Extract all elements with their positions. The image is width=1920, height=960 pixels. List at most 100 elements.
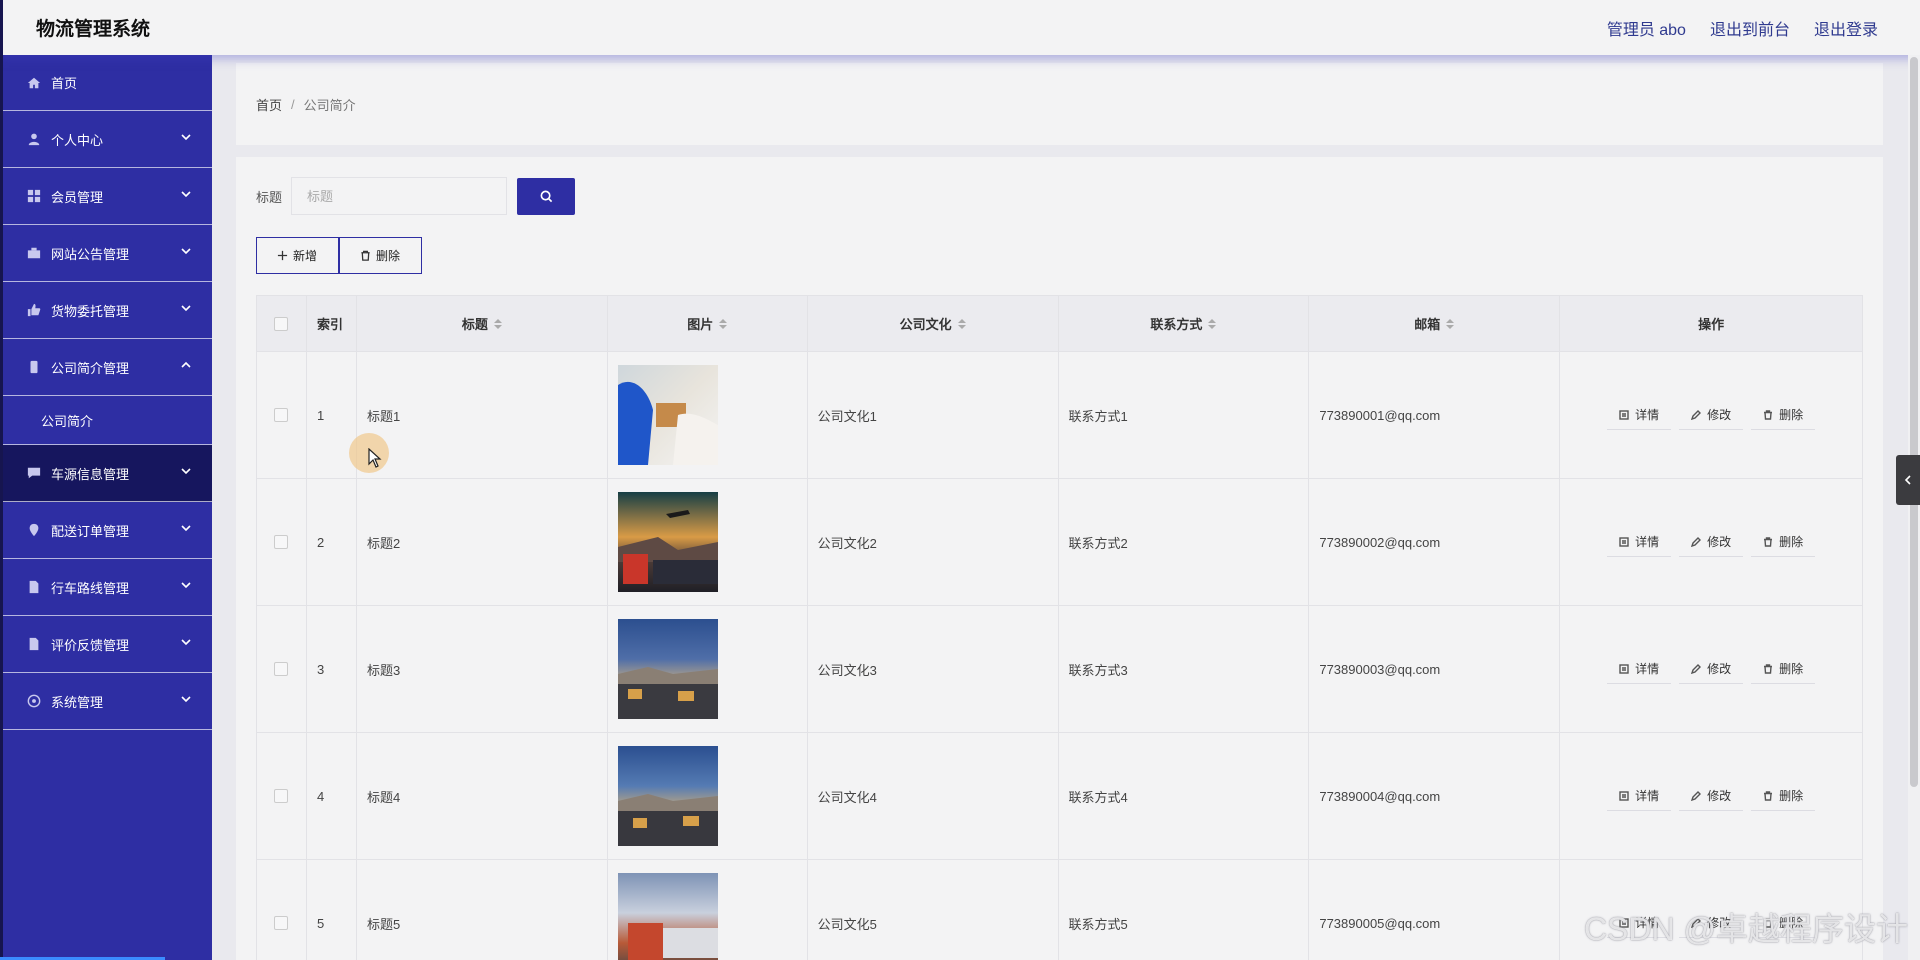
sort-icon[interactable] (493, 318, 502, 329)
sidebar-item-delivery-orders[interactable]: 配送订单管理 (3, 502, 212, 559)
sidebar-item-cargo[interactable]: 货物委托管理 (3, 282, 212, 339)
main-area: 首页 / 公司简介 标题 新增 删除 索引 标题 (212, 55, 1908, 960)
cell-culture: 公司文化4 (808, 733, 1059, 859)
search-button[interactable] (517, 177, 576, 215)
row-delete-button[interactable]: 删除 (1751, 400, 1816, 430)
sidebar-item-vehicles[interactable]: 车源信息管理 (3, 445, 212, 502)
breadcrumb-home[interactable]: 首页 (256, 95, 282, 114)
content-card: 标题 新增 删除 索引 标题 图片 公司文化 联系方式 (236, 157, 1883, 960)
chat-icon (27, 466, 41, 480)
row-checkbox-cell (257, 352, 307, 478)
search-input[interactable] (291, 177, 508, 215)
row-delete-button[interactable]: 删除 (1751, 527, 1816, 557)
header-image[interactable]: 图片 (608, 296, 808, 351)
top-links: 管理员 abo 退出到前台 退出登录 (1607, 16, 1878, 40)
header-contact[interactable]: 联系方式 (1059, 296, 1310, 351)
sidebar-item-label: 系统管理 (51, 694, 104, 710)
row-checkbox[interactable] (274, 408, 289, 422)
add-button-label: 新增 (293, 249, 318, 263)
cell-image (608, 860, 808, 960)
cell-contact: 联系方式3 (1059, 606, 1310, 732)
window-left-edge (0, 0, 3, 960)
sidebar-item-label: 首页 (51, 76, 78, 91)
detail-label: 详情 (1635, 408, 1660, 422)
sidebar-item-label: 会员管理 (51, 189, 104, 205)
detail-button[interactable]: 详情 (1607, 654, 1672, 684)
row-checkbox[interactable] (274, 789, 289, 803)
cell-index: 4 (307, 733, 357, 859)
sort-icon[interactable] (719, 318, 728, 329)
edit-icon (1691, 790, 1702, 801)
chevron-up-icon (180, 359, 192, 371)
sidebar-item-system[interactable]: 系统管理 (3, 673, 212, 730)
chevron-down-icon (180, 188, 192, 200)
sort-icon[interactable] (1446, 318, 1455, 329)
cell-index: 2 (307, 479, 357, 605)
detail-label: 详情 (1635, 535, 1660, 549)
sidebar-item-members[interactable]: 会员管理 (3, 168, 212, 225)
grid-icon (27, 189, 41, 203)
sort-icon[interactable] (957, 318, 966, 329)
sidebar-item-label: 网站公告管理 (51, 246, 130, 262)
cell-index: 5 (307, 860, 357, 960)
edit-icon (1691, 536, 1702, 547)
thumbnail-image[interactable] (617, 619, 718, 719)
edit-button[interactable]: 修改 (1679, 527, 1744, 557)
detail-icon (1619, 409, 1629, 420)
watermark: CSDN @卓越程序设计 (1583, 911, 1908, 947)
select-all-checkbox[interactable] (274, 316, 289, 331)
sidebar-item-personal-center[interactable]: 个人中心 (3, 111, 212, 168)
detail-button[interactable]: 详情 (1607, 527, 1672, 557)
logout-link[interactable]: 退出登录 (1814, 16, 1878, 40)
table-row: 2 标题2 公司文化2 联系方式2 773890002@qq.com 详情 修改… (257, 479, 1863, 606)
edit-label: 修改 (1707, 408, 1732, 422)
sort-icon[interactable] (1208, 318, 1217, 329)
thumbnail-image[interactable] (617, 873, 718, 960)
cell-title: 标题5 (357, 860, 608, 960)
thumbnail-image[interactable] (617, 492, 718, 592)
cell-ops: 详情 修改 删除 (1560, 479, 1863, 605)
scrollbar-thumb[interactable] (1910, 57, 1918, 787)
phone-icon (27, 360, 41, 374)
back-to-front-link[interactable]: 退出到前台 (1710, 16, 1790, 40)
row-checkbox[interactable] (274, 662, 289, 676)
delete-button[interactable]: 删除 (339, 237, 422, 274)
row-checkbox[interactable] (274, 916, 289, 930)
row-checkbox[interactable] (274, 535, 289, 549)
cell-title: 标题1 (357, 352, 608, 478)
row-delete-button[interactable]: 删除 (1751, 781, 1816, 811)
settings-icon (27, 694, 41, 708)
header-email[interactable]: 邮箱 (1309, 296, 1561, 351)
header-email-label: 邮箱 (1414, 317, 1441, 332)
delete-button-label: 删除 (376, 249, 401, 263)
header-culture[interactable]: 公司文化 (808, 296, 1059, 351)
side-panel-toggle[interactable] (1896, 455, 1920, 505)
row-delete-button[interactable]: 删除 (1751, 654, 1816, 684)
admin-user-link[interactable]: 管理员 abo (1607, 16, 1686, 40)
thumbnail-image[interactable] (617, 746, 718, 846)
edit-button[interactable]: 修改 (1679, 400, 1744, 430)
sidebar-item-announcements[interactable]: 网站公告管理 (3, 225, 212, 282)
sidebar-item-routes[interactable]: 行车路线管理 (3, 559, 212, 616)
header-ops: 操作 (1560, 296, 1863, 351)
detail-button[interactable]: 详情 (1607, 781, 1672, 811)
sidebar-item-home[interactable]: 首页 (3, 55, 212, 111)
thumbnail-image[interactable] (617, 365, 718, 465)
add-button[interactable]: 新增 (256, 237, 339, 274)
edit-button[interactable]: 修改 (1679, 654, 1744, 684)
detail-button[interactable]: 详情 (1607, 400, 1672, 430)
cell-contact: 联系方式2 (1059, 479, 1310, 605)
header-contact-label: 联系方式 (1150, 317, 1203, 332)
cell-culture: 公司文化2 (808, 479, 1059, 605)
sidebar-subitem-company-profile[interactable]: 公司简介 (3, 396, 212, 445)
edit-label: 修改 (1707, 535, 1732, 549)
trash-icon (1764, 536, 1773, 547)
sidebar-item-company-profile-mgmt[interactable]: 公司简介管理 (3, 339, 212, 396)
sidebar-item-feedback[interactable]: 评价反馈管理 (3, 616, 212, 673)
header-title[interactable]: 标题 (357, 296, 608, 351)
cell-contact: 联系方式5 (1059, 860, 1310, 960)
breadcrumb-separator: / (291, 96, 295, 112)
edit-button[interactable]: 修改 (1679, 781, 1744, 811)
detail-icon (1619, 790, 1629, 801)
row-checkbox-cell (257, 860, 307, 960)
